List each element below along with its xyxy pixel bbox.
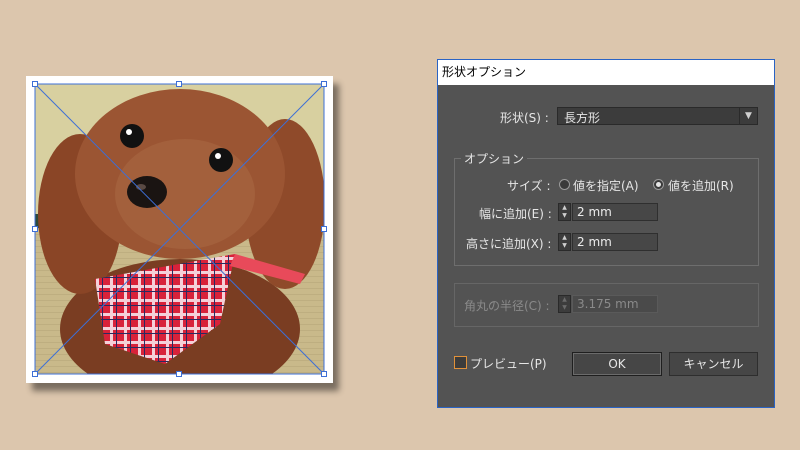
- dropdown-arrow-icon[interactable]: ▼: [739, 108, 757, 124]
- shape-select[interactable]: 長方形 ▼: [557, 107, 758, 125]
- height-input[interactable]: 2 mm: [572, 233, 658, 251]
- width-label: 幅に追加(E) :: [479, 207, 552, 221]
- shape-label: 形状(S) :: [500, 111, 549, 125]
- corner-radius-label: 角丸の半径(C) :: [464, 299, 550, 313]
- options-group-title: オプション: [461, 150, 528, 167]
- handle-bottom-left[interactable]: [32, 371, 38, 377]
- preview-checkbox[interactable]: [454, 356, 467, 369]
- handle-bottom-center[interactable]: [176, 371, 182, 377]
- cancel-button[interactable]: キャンセル: [669, 352, 758, 376]
- shape-select-value: 長方形: [564, 111, 601, 125]
- handle-bottom-right[interactable]: [321, 371, 327, 377]
- radio-specify-value[interactable]: [559, 179, 570, 190]
- dog-photo[interactable]: [35, 84, 324, 374]
- width-spinner-icon[interactable]: ▲ ▼: [558, 203, 571, 221]
- corner-radius-spinner-icon: ▲ ▼: [558, 295, 571, 313]
- size-label: サイズ :: [507, 179, 551, 193]
- handle-top-left[interactable]: [32, 81, 38, 87]
- height-spinner-icon[interactable]: ▲ ▼: [558, 233, 571, 251]
- width-input[interactable]: 2 mm: [572, 203, 658, 221]
- handle-middle-right[interactable]: [321, 226, 327, 232]
- preview-label[interactable]: プレビュー(P): [470, 355, 547, 372]
- radio-add-value[interactable]: [653, 179, 664, 190]
- radio-add-value-label[interactable]: 値を追加(R): [668, 177, 734, 194]
- radio-specify-value-label[interactable]: 値を指定(A): [573, 177, 639, 194]
- height-label: 高さに追加(X) :: [466, 237, 552, 251]
- handle-middle-left[interactable]: [32, 226, 38, 232]
- corner-radius-input: 3.175 mm: [572, 295, 658, 313]
- ok-button[interactable]: OK: [572, 352, 662, 376]
- dialog-title: 形状オプション: [438, 60, 774, 85]
- handle-top-center[interactable]: [176, 81, 182, 87]
- handle-top-right[interactable]: [321, 81, 327, 87]
